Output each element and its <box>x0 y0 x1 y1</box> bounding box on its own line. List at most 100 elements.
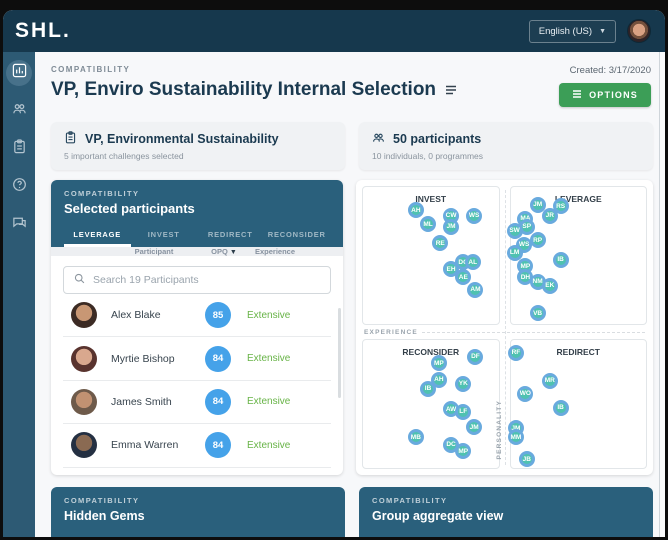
participant-row[interactable]: James Smith84Extensive <box>63 381 331 424</box>
list-scrollbar[interactable] <box>338 308 341 398</box>
participant-bubble[interactable]: AE <box>455 269 471 285</box>
participant-search[interactable] <box>63 266 331 294</box>
hidden-gems-card[interactable]: COMPATIBILITY Hidden Gems <box>51 487 345 537</box>
role-card-subtitle: 5 important challenges selected <box>64 151 332 161</box>
page-scrollbar[interactable] <box>659 52 665 537</box>
participant-name: Myrtie Bishop <box>111 353 205 365</box>
top-bar: SHL. English (US) ▼ <box>3 10 665 52</box>
sidebar-item-help[interactable] <box>6 174 32 200</box>
participant-bubble[interactable]: JM <box>443 219 459 235</box>
participant-name: James Smith <box>111 396 205 408</box>
participant-bubble[interactable]: LF <box>455 404 471 420</box>
shl-logo: SHL. <box>15 19 71 43</box>
sort-caret-icon: ▼ <box>230 249 237 256</box>
sidebar-item-messages[interactable] <box>6 212 32 238</box>
search-icon <box>74 271 85 289</box>
panel-title: Selected participants <box>64 201 330 216</box>
experience-level: Extensive <box>247 440 290 451</box>
sidebar-item-participants[interactable] <box>6 98 32 124</box>
participant-bubble[interactable]: WO <box>517 386 533 402</box>
participant-row[interactable]: Emma Warren84Extensive <box>63 424 331 467</box>
opq-score-badge: 85 <box>205 302 231 328</box>
participant-bubble[interactable]: LM <box>507 245 523 261</box>
participant-bubble[interactable]: MB <box>408 429 424 445</box>
participant-bubble[interactable]: MM <box>508 429 524 445</box>
participant-bubble[interactable]: DF <box>467 349 483 365</box>
participant-bubble[interactable]: RF <box>508 345 524 361</box>
participant-bubble[interactable]: AM <box>467 282 483 298</box>
sidebar-item-dashboard[interactable] <box>6 60 32 86</box>
participant-bubble[interactable]: JR <box>542 208 558 224</box>
participants-summary-card[interactable]: 50 participants 10 individuals, 0 progra… <box>359 122 653 170</box>
page-eyebrow: COMPATIBILITY <box>51 65 457 74</box>
column-participant: Participant <box>107 247 201 256</box>
group-aggregate-card[interactable]: COMPATIBILITY Group aggregate view <box>359 487 653 537</box>
participant-row[interactable]: Christian Ortega83Extensive <box>63 468 331 475</box>
role-card-title: VP, Environmental Sustainability <box>85 132 279 146</box>
sidebar-nav <box>3 52 35 537</box>
list-column-headers: Participant OPQ ▼ Experience <box>51 247 343 256</box>
quadrant-title: INVEST <box>363 194 499 204</box>
users-icon <box>12 101 27 121</box>
role-summary-card[interactable]: VP, Environmental Sustainability 5 impor… <box>51 122 345 170</box>
participant-bubble[interactable]: IB <box>553 400 569 416</box>
clipboard-icon <box>12 139 27 159</box>
participant-name: Alex Blake <box>111 309 205 321</box>
participant-bubble[interactable]: MR <box>542 373 558 389</box>
experience-level: Extensive <box>247 353 290 364</box>
participant-bubble[interactable]: YK <box>455 376 471 392</box>
chevron-down-icon: ▼ <box>599 28 606 35</box>
participant-name: Emma Warren <box>111 439 205 451</box>
participant-avatar <box>71 432 97 458</box>
column-opq-sort[interactable]: OPQ ▼ <box>201 247 247 256</box>
tab-reconsider[interactable]: RECONSIDER <box>264 224 331 247</box>
quadrant-leverage: LEVERAGE JMRSJRMASPSWRPWSLMIBMPDHNMEKVB <box>510 186 648 325</box>
options-button[interactable]: OPTIONS <box>559 83 651 107</box>
created-date: Created: 3/17/2020 <box>570 65 651 76</box>
language-selector[interactable]: English (US) ▼ <box>529 20 616 43</box>
participant-bubble[interactable]: IB <box>553 252 569 268</box>
participant-bubble[interactable]: AL <box>465 254 481 270</box>
participant-bubble[interactable]: JM <box>466 419 482 435</box>
sidebar-item-projects[interactable] <box>6 136 32 162</box>
tab-redirect[interactable]: REDIRECT <box>197 224 264 247</box>
chat-icon <box>12 215 27 235</box>
participant-bubble[interactable]: EK <box>542 278 558 294</box>
participant-bubble[interactable]: IB <box>420 381 436 397</box>
tab-invest[interactable]: INVEST <box>131 224 198 247</box>
participant-bubble[interactable]: MP <box>431 355 447 371</box>
participant-bubble[interactable]: RE <box>432 235 448 251</box>
participant-bubble[interactable]: AH <box>408 202 424 218</box>
participant-bubble[interactable]: MP <box>455 443 471 459</box>
title-menu-icon[interactable] <box>445 85 457 95</box>
participant-avatar <box>71 389 97 415</box>
users-icon <box>372 131 385 147</box>
selected-participants-panel: COMPATIBILITY Selected participants LEVE… <box>51 180 343 475</box>
search-input[interactable] <box>93 274 320 286</box>
participant-row[interactable]: Alex Blake85 Extensive <box>63 294 331 337</box>
tab-leverage[interactable]: LEVERAGE <box>64 224 131 247</box>
quadrant-invest: INVEST AHMLCWJMWSREEHDGALAEAM <box>362 186 500 325</box>
participant-bubble[interactable]: WS <box>466 208 482 224</box>
participant-bubble[interactable]: VB <box>530 305 546 321</box>
participant-bubble[interactable]: JB <box>519 451 535 467</box>
quadrant-title: REDIRECT <box>511 347 647 357</box>
participant-avatar <box>71 302 97 328</box>
language-label: English (US) <box>539 26 592 37</box>
menu-icon <box>572 90 582 100</box>
opq-score-badge: 84 <box>205 346 231 372</box>
dashboard-icon <box>12 63 27 83</box>
page-header: COMPATIBILITY VP, Enviro Sustainability … <box>51 52 653 116</box>
quadrant-reconsider: RECONSIDER DFMPAHYKIBAWLFJMMBDCMP <box>362 339 500 469</box>
experience-level: Extensive <box>247 310 290 321</box>
clipboard-icon <box>64 131 77 147</box>
column-experience: Experience <box>255 247 295 256</box>
participants-card-title: 50 participants <box>393 132 481 146</box>
participant-bubble[interactable]: ML <box>420 216 436 232</box>
user-avatar[interactable] <box>627 19 651 43</box>
participant-row[interactable]: Myrtie Bishop84 Extensive <box>63 337 331 380</box>
participant-bubble[interactable]: RP <box>530 232 546 248</box>
card-eyebrow: COMPATIBILITY <box>372 496 640 505</box>
participants-list: Alex Blake85 Extensive Myrtie Bishop84 Exte… <box>51 256 343 475</box>
help-icon <box>12 177 27 197</box>
